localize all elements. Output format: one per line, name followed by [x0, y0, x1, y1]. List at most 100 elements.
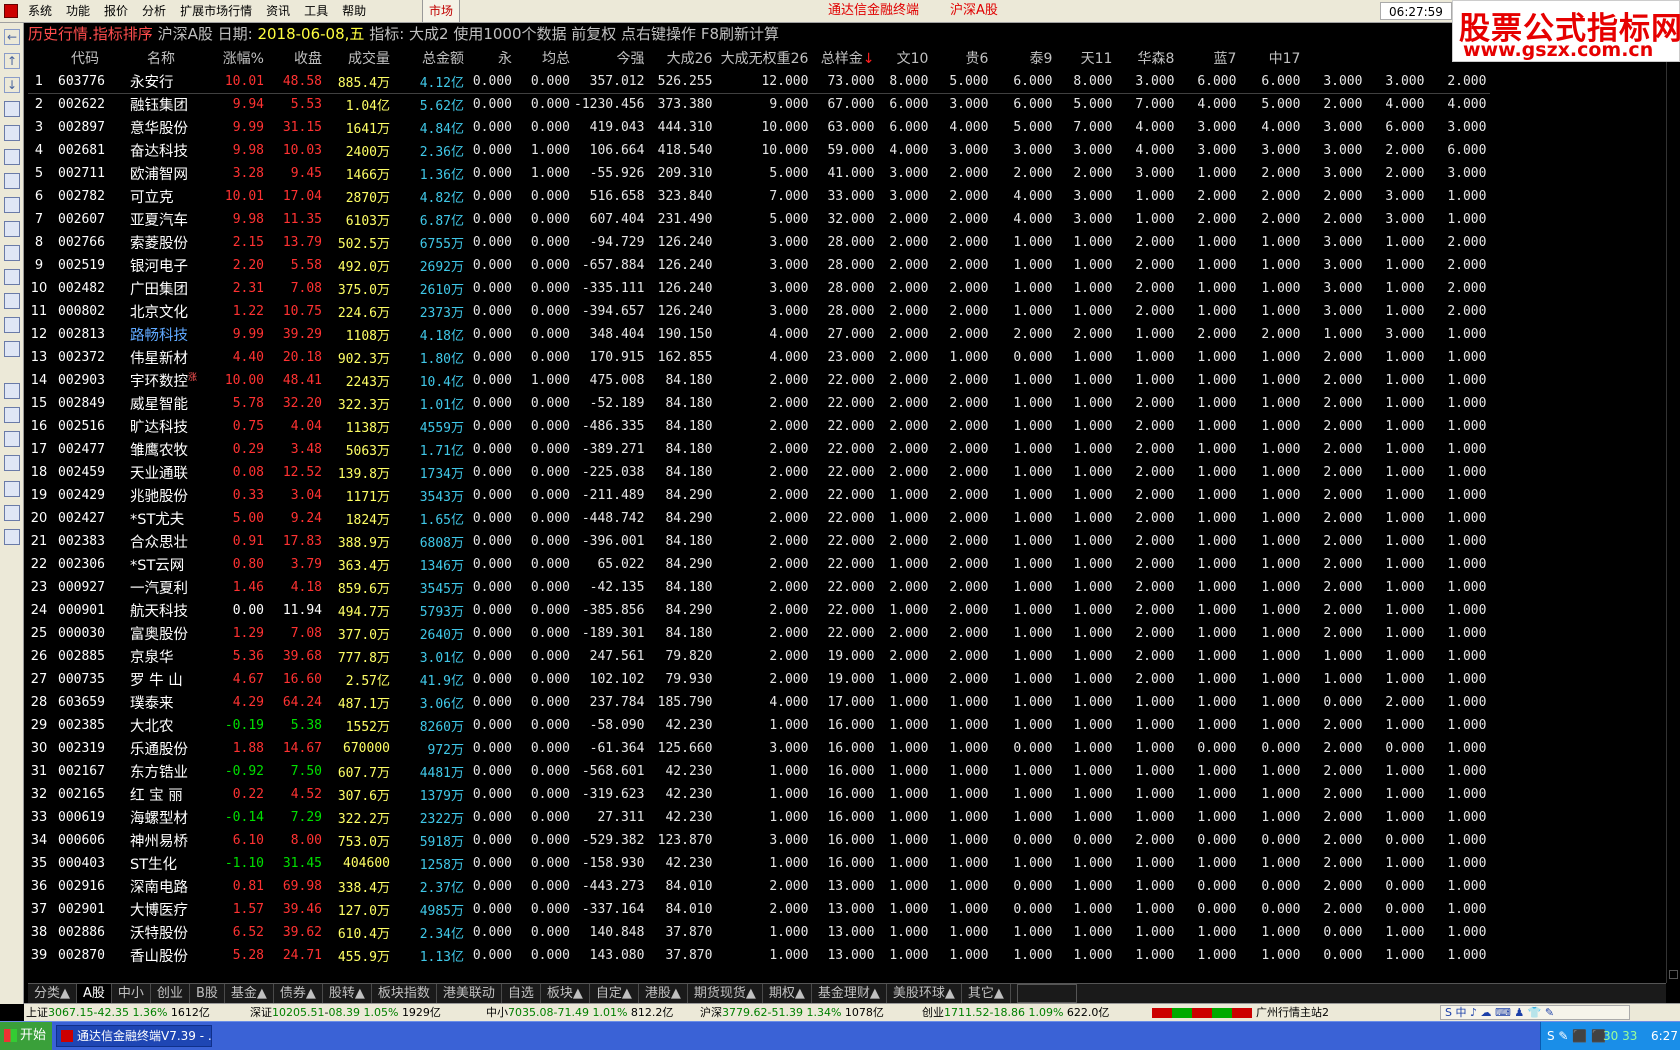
col-header-0[interactable] [28, 46, 54, 70]
tab-3[interactable]: 创业 [151, 984, 190, 1003]
ime-toolbar[interactable]: S 中 ♪ ☁ ⌨ ♟ 👕 ✎ [1440, 1005, 1630, 1020]
tab-4[interactable]: B股 [190, 984, 225, 1003]
taskbar-app-item[interactable]: 通达信金融终端V7.39 - ... [56, 1025, 212, 1047]
tab-6[interactable]: 债券▲ [274, 984, 323, 1003]
menu-item-0[interactable]: 系统 [26, 0, 64, 22]
tab-0[interactable]: 分类▲ [28, 984, 77, 1003]
col-header-6[interactable]: 总金额 [394, 46, 468, 70]
table-row[interactable]: 6 002782 可立克 10.01 17.04 2870万 4.82亿 0.000 0.000… [28, 185, 1494, 208]
server-station[interactable]: 广州行情主站2 [1256, 1004, 1329, 1021]
tab-1[interactable]: A股 [77, 984, 112, 1003]
table-row[interactable]: 2 002622 融钰集团 9.94 5.53 1.04亿 5.62亿 0.000 0.000-… [28, 93, 1494, 116]
print-icon[interactable] [4, 455, 20, 471]
col-header-13[interactable]: 文10 [878, 46, 932, 70]
table-row[interactable]: 31 002167 东方锆业 -0.92 7.50 607.7万 4481万 0.000 0.0… [28, 760, 1494, 783]
doc-icon[interactable] [4, 383, 20, 399]
tab-8[interactable]: 板块指数 [372, 984, 437, 1003]
calendar-icon[interactable] [4, 269, 20, 285]
table-row[interactable]: 25 000030 富奥股份 1.29 7.08 377.0万 2640万 0.000 0.00… [28, 622, 1494, 645]
col-header-20[interactable] [1304, 46, 1366, 70]
index-cy[interactable]: 创业1711.52-18.86 1.09% 622.0亿 [922, 1004, 1109, 1021]
table-row[interactable]: 27 000735 罗 牛 山 4.67 16.60 2.57亿 41.9亿 0.000 0.0… [28, 668, 1494, 691]
table-row[interactable]: 39 002870 香山股份 5.28 24.71 455.9万 1.13亿 0.000 0.0… [28, 944, 1494, 967]
table-row[interactable]: 7 002607 亚夏汽车 9.98 11.35 6103万 6.87亿 0.000 0.000… [28, 208, 1494, 231]
menu-item-6[interactable]: 工具 [302, 0, 340, 22]
tab-scrollbar[interactable] [1016, 984, 1077, 1003]
table-row[interactable]: 28 603659 璞泰来 4.29 64.24 487.1万 3.06亿 0.000 0.00… [28, 691, 1494, 714]
table-row[interactable]: 12 002813 路畅科技 9.99 39.29 1108万 4.18亿 0.000 0.00… [28, 323, 1494, 346]
info-icon[interactable] [4, 245, 20, 261]
quote-icon[interactable] [4, 101, 20, 117]
col-header-12[interactable]: 总样金↓ [812, 46, 878, 70]
table-row[interactable]: 16 002516 旷达科技 0.75 4.04 1138万 4559万 0.000 0.000… [28, 415, 1494, 438]
table-row[interactable]: 5 002711 欧浦智网 3.28 9.45 1466万 1.36亿 0.000 1.000-… [28, 162, 1494, 185]
edit-icon[interactable] [4, 407, 20, 423]
col-header-7[interactable]: 永 [468, 46, 516, 70]
f12-icon[interactable] [4, 293, 20, 309]
up-arrow-icon[interactable]: ↑ [4, 53, 20, 69]
tab-11[interactable]: 板块▲ [541, 984, 590, 1003]
table-row[interactable]: 17 002477 雏鹰农牧 0.29 3.48 5063万 1.71亿 0.000 0.000… [28, 438, 1494, 461]
col-header-14[interactable]: 贵6 [932, 46, 992, 70]
table-row[interactable]: 1 603776 永安行 10.01 48.58 885.4万 4.12亿 0.000 0.00… [28, 70, 1494, 94]
tray-icons[interactable]: S ✎ ⬛ ⬛ [1547, 1022, 1606, 1050]
menu-item-4[interactable]: 扩展市场行情 [178, 0, 264, 22]
table-row[interactable]: 9 002519 银河电子 2.20 5.58 492.0万 2692万 0.000 0.000… [28, 254, 1494, 277]
table-row[interactable]: 37 002901 大博医疗 1.57 39.46 127.0万 4985万 0.000 0.0… [28, 898, 1494, 921]
app-icon[interactable] [4, 4, 18, 18]
tab-13[interactable]: 港股▲ [639, 984, 688, 1003]
index-zx[interactable]: 中小7035.08-71.49 1.01% 812.2亿 [486, 1004, 673, 1021]
table-row[interactable]: 36 002916 深南电路 0.81 69.98 338.4万 2.37亿 0.000 0.0… [28, 875, 1494, 898]
table-row[interactable]: 32 002165 红 宝 丽 0.22 4.52 307.6万 1379万 0.000 0.0… [28, 783, 1494, 806]
f10-icon[interactable] [4, 221, 20, 237]
chart-icon[interactable] [4, 149, 20, 165]
col-header-18[interactable]: 蓝7 [1178, 46, 1240, 70]
ranking-table[interactable]: 代码 名称 涨幅% 收盘 成交量 总金额永均总 今强 大成26 大成无权重26 总样金↓ 文10 贵6… [28, 46, 1666, 983]
table-row[interactable]: 13 002372 伟星新材 4.40 20.18 902.3万 1.80亿 0.000 0.0… [28, 346, 1494, 369]
back-arrow-icon[interactable]: ← [4, 29, 20, 45]
start-button[interactable]: 开始 [0, 1022, 52, 1050]
table-row[interactable]: 21 002383 合众思壮 0.91 17.83 388.9万 6808万 0.000 0.0… [28, 530, 1494, 553]
table-row[interactable]: 33 000619 海螺型材 -0.14 7.29 322.2万 2322万 0.000 0.0… [28, 806, 1494, 829]
menu-item-1[interactable]: 功能 [64, 0, 102, 22]
scroll-down-icon[interactable] [1669, 970, 1678, 979]
table-row[interactable]: 30 002319 乐通股份 1.88 14.67 670000 972万 0.000 0.00… [28, 737, 1494, 760]
table-row[interactable]: 14 002903 宇环数控涨 10.00 48.41 2243万 10.4亿 0.000 1.… [28, 369, 1494, 392]
tab-7[interactable]: 股转▲ [323, 984, 372, 1003]
tab-12[interactable]: 自定▲ [590, 984, 639, 1003]
vertical-scrollbar[interactable] [1666, 46, 1680, 983]
col-header-19[interactable]: 中17 [1240, 46, 1304, 70]
table-row[interactable]: 22 002306 *ST云网 0.80 3.79 363.4万 1346万 0.000 0.0… [28, 553, 1494, 576]
col-header-16[interactable]: 天11 [1056, 46, 1116, 70]
index-sz[interactable]: 深证10205.51-08.39 1.05% 1929亿 [250, 1004, 441, 1021]
col-header-1[interactable]: 代码 [54, 46, 120, 70]
table-row[interactable]: 35 000403 ST生化 -1.10 31.45 404600 1258万 0.000 0.… [28, 852, 1494, 875]
menu-item-5[interactable]: 资讯 [264, 0, 302, 22]
table-row[interactable]: 11 000802 北京文化 1.22 10.75 224.6万 2373万 0.000 0.0… [28, 300, 1494, 323]
table-row[interactable]: 24 000901 航天科技 0.00 11.94 494.7万 5793万 0.000 0.0… [28, 599, 1494, 622]
table-row[interactable]: 29 002385 大北农 -0.19 5.38 1552万 8260万 0.000 0.000… [28, 714, 1494, 737]
col-header-15[interactable]: 泰9 [992, 46, 1056, 70]
col-header-17[interactable]: 华森8 [1116, 46, 1178, 70]
tab-16[interactable]: 基金理财▲ [812, 984, 887, 1003]
col-header-2[interactable]: 名称 [120, 46, 206, 70]
down-arrow-icon[interactable]: ↓ [4, 77, 20, 93]
index-hs[interactable]: 沪深3779.62-51.39 1.34% 1078亿 [700, 1004, 884, 1021]
formula-icon[interactable] [4, 317, 20, 333]
col-header-9[interactable]: 今强 [574, 46, 648, 70]
table-row[interactable]: 20 002427 *ST尤夫 5.00 9.24 1824万 1.65亿 0.000 0.00… [28, 507, 1494, 530]
table-row[interactable]: 26 002885 京泉华 5.36 39.68 777.8万 3.01亿 0.000 0.00… [28, 645, 1494, 668]
col-header-3[interactable]: 涨幅% [206, 46, 268, 70]
table-row[interactable]: 4 002681 奋达科技 9.98 10.03 2400万 2.36亿 0.000 1.000… [28, 139, 1494, 162]
col-header-8[interactable]: 均总 [516, 46, 574, 70]
table-row[interactable]: 15 002849 威星智能 5.78 32.20 322.3万 1.01亿 0.000 0.0… [28, 392, 1494, 415]
menu-item-7[interactable]: 帮助 [340, 0, 378, 22]
kline-icon[interactable] [4, 173, 20, 189]
col-header-21[interactable] [1366, 46, 1428, 70]
table-row[interactable]: 10 002482 广田集团 2.31 7.08 375.0万 2610万 0.000 0.00… [28, 277, 1494, 300]
news-icon[interactable] [4, 197, 20, 213]
tab-14[interactable]: 期货现货▲ [688, 984, 763, 1003]
folder-icon[interactable] [4, 481, 20, 497]
target-icon[interactable] [4, 341, 20, 357]
table-row[interactable]: 38 002886 沃特股份 6.52 39.62 610.4万 2.34亿 0.000 0.0… [28, 921, 1494, 944]
